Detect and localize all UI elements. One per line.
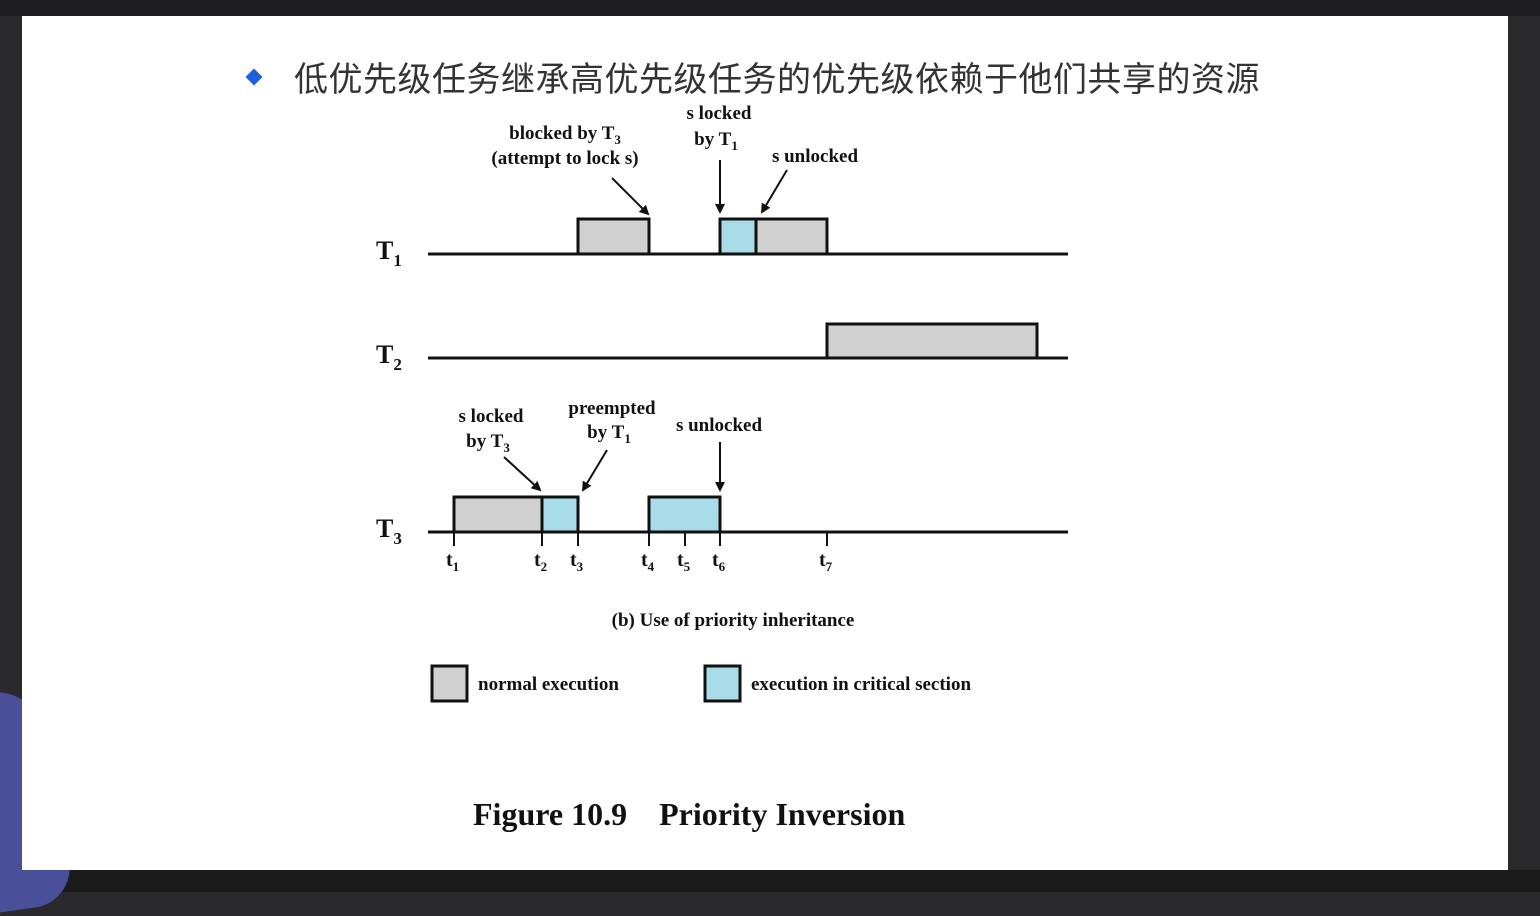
tick-label-t3: t3 bbox=[570, 549, 584, 574]
t3-normal-block bbox=[452, 495, 544, 534]
annotation-by-t3: by T3 bbox=[466, 431, 510, 455]
arrow-preempted bbox=[581, 449, 608, 492]
annotation-s-locked-t1: s locked bbox=[687, 103, 752, 124]
annotation-blocked-by-t3: blocked by T3 bbox=[509, 123, 621, 147]
annotation-s-unlocked-t3: s unlocked bbox=[676, 415, 762, 436]
annotation-s-unlocked-t1: s unlocked bbox=[772, 146, 858, 167]
task-label-t2: T2 bbox=[376, 340, 402, 374]
tick-label-t4: t4 bbox=[641, 549, 655, 574]
priority-inheritance-diagram: T1 T2 T3 t1 t2 t3 t4 t5 t6 t7 blocked by… bbox=[376, 103, 1068, 832]
legend-swatch-normal bbox=[430, 664, 469, 703]
arrow-blocked bbox=[611, 177, 650, 216]
annotation-by-t1: by T1 bbox=[694, 129, 738, 153]
tick-label-t1: t1 bbox=[446, 549, 459, 574]
tick-label-t7: t7 bbox=[819, 549, 833, 574]
figure-title: Figure 10.9 Priority Inversion bbox=[473, 796, 905, 832]
task-label-t1: T1 bbox=[376, 236, 402, 270]
task-label-t3: T3 bbox=[376, 514, 402, 548]
t1-critical-block bbox=[718, 217, 758, 256]
diagram-caption: (b) Use of priority inheritance bbox=[612, 610, 855, 631]
t3-critical-block-1 bbox=[540, 495, 580, 534]
annotation-attempt-lock: (attempt to lock s) bbox=[491, 148, 638, 169]
legend-swatch-critical bbox=[703, 664, 742, 703]
tick-label-t6: t6 bbox=[712, 549, 726, 574]
tick-label-t2: t2 bbox=[534, 549, 547, 574]
arrow-s-locked-t3 bbox=[503, 456, 542, 492]
annotation-preempted: preempted bbox=[568, 398, 656, 419]
t3-critical-block-2 bbox=[647, 495, 722, 534]
arrow-s-unlocked-t1 bbox=[760, 169, 788, 214]
annotation-s-locked-t3: s locked bbox=[459, 406, 524, 427]
t2-normal-block bbox=[825, 322, 1039, 360]
tick-label-t5: t5 bbox=[677, 549, 691, 574]
annotation-by-t1-preempt: by T1 bbox=[587, 422, 631, 446]
legend-label-critical: execution in critical section bbox=[751, 674, 971, 695]
t1-normal-block-1 bbox=[576, 217, 651, 256]
t1-normal-block-2 bbox=[754, 217, 829, 256]
time-ticks bbox=[453, 532, 828, 546]
legend-label-normal: normal execution bbox=[478, 674, 619, 695]
